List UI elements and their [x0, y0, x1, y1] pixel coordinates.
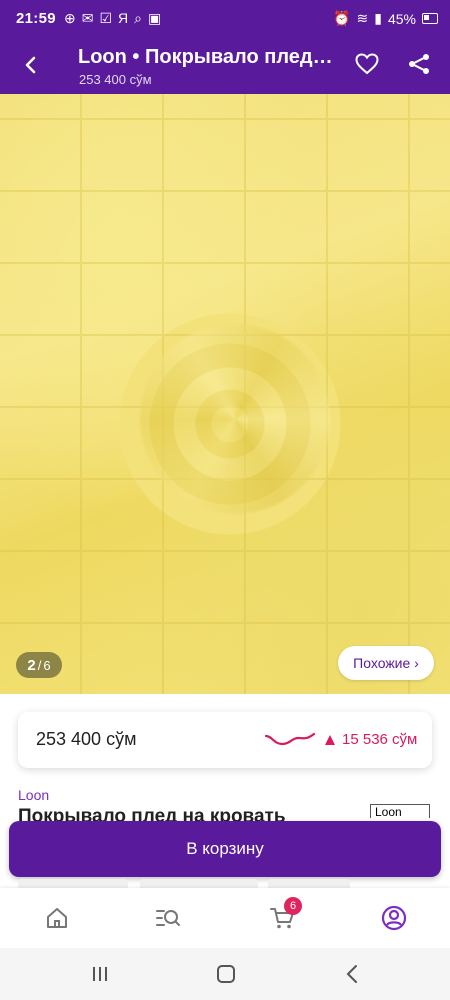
- price-delta: 15 536 сўм: [324, 731, 417, 748]
- share-icon: [409, 54, 429, 74]
- catalog-search-icon: [156, 910, 180, 926]
- heart-icon: [355, 53, 379, 75]
- page-title: Loon • Покрывало плед на кровать: [78, 46, 338, 68]
- home-square-icon: [217, 965, 235, 983]
- image-icon: ▣: [148, 10, 162, 26]
- wifi-icon: ≋: [356, 10, 369, 26]
- product-image-swirl: [140, 324, 330, 514]
- status-time: 21:59: [16, 10, 56, 27]
- notification-icons: ⊕ ✉ ☑ Я ⌕ ▣: [64, 10, 161, 27]
- system-back-button[interactable]: [337, 962, 367, 986]
- profile-icon: [381, 905, 407, 931]
- product-image-gallery[interactable]: 2 / 6 Похожие ›: [0, 94, 450, 694]
- system-back-icon: [346, 965, 357, 983]
- image-counter-current: 2: [27, 656, 36, 674]
- brand-link[interactable]: Loon: [18, 787, 49, 803]
- price-delta-value: 15 536 сўм: [342, 731, 418, 748]
- header-price: 253 400 сўм: [79, 72, 152, 87]
- favorite-button[interactable]: [352, 49, 382, 79]
- similar-products-button[interactable]: Похожие ›: [338, 646, 434, 680]
- brand-logo[interactable]: Loon: [370, 804, 430, 818]
- home-icon: [47, 908, 67, 928]
- price-value: 253 400 сўм: [36, 729, 137, 749]
- triangle-up-icon: [325, 734, 335, 745]
- system-navigation: [0, 948, 450, 1000]
- add-to-cart-button[interactable]: В корзину: [9, 821, 441, 877]
- battery-percent: 45%: [387, 10, 416, 27]
- price-trend-icon: [264, 732, 316, 746]
- back-arrow-icon: [25, 56, 36, 74]
- nav-profile[interactable]: [374, 902, 414, 934]
- alarm-icon: ⏰: [333, 10, 351, 26]
- image-counter-total: 6: [43, 657, 51, 673]
- search-notif-icon: ⌕: [134, 10, 142, 26]
- back-button[interactable]: [14, 48, 48, 82]
- nav-home[interactable]: [37, 902, 77, 934]
- battery-icon: [422, 13, 438, 24]
- nav-catalog[interactable]: [148, 902, 188, 934]
- cart-count-badge: 6: [284, 897, 302, 915]
- mail-icon: ✉: [81, 10, 94, 26]
- status-bar: 21:59 ⊕ ✉ ☑ Я ⌕ ▣ ⏰ ≋ ▮ 45%: [0, 0, 450, 38]
- app-icon: Я: [118, 10, 129, 26]
- signal-icon: ▮: [374, 10, 382, 26]
- app-header: Loon • Покрывало плед на кровать 253 400…: [0, 38, 450, 94]
- check-icon: ☑: [99, 10, 113, 26]
- share-button[interactable]: [404, 49, 434, 79]
- bottom-navigation: [0, 888, 450, 948]
- recent-apps-icon: [93, 967, 107, 981]
- recent-apps-button[interactable]: [85, 962, 115, 986]
- image-counter: 2 / 6: [16, 652, 62, 678]
- vpn-icon: ⊕: [64, 10, 76, 26]
- price-card[interactable]: 253 400 сўм 15 536 сўм: [18, 712, 432, 768]
- image-counter-separator: /: [37, 657, 42, 673]
- home-system-button[interactable]: [211, 962, 241, 986]
- status-right: ⏰ ≋ ▮ 45%: [333, 10, 438, 27]
